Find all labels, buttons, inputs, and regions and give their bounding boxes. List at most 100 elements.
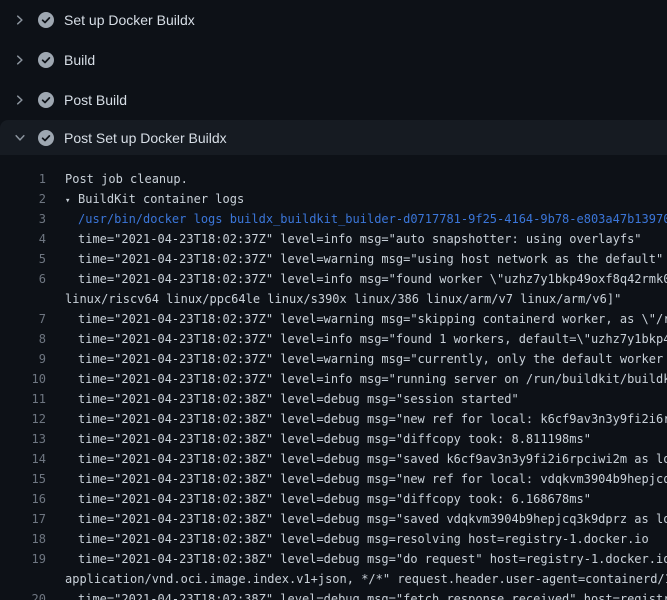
- log-line-text: time="2021-04-23T18:02:37Z" level=info m…: [78, 369, 667, 389]
- log-line-text: time="2021-04-23T18:02:38Z" level=debug …: [78, 529, 649, 549]
- log-line-number[interactable]: 7: [0, 309, 46, 329]
- log-line-text: time="2021-04-23T18:02:38Z" level=debug …: [78, 469, 667, 489]
- step-label: Set up Docker Buildx: [64, 10, 195, 30]
- log-line: application/vnd.oci.image.index.v1+json,…: [0, 569, 667, 589]
- log-line-number[interactable]: 10: [0, 369, 46, 389]
- log-line-number[interactable]: 17: [0, 509, 46, 529]
- log-line-text-content: time="2021-04-23T18:02:38Z" level=debug …: [78, 412, 667, 426]
- check-circle-icon: [38, 92, 54, 108]
- log-line: 2 ▾BuildKit container logs: [0, 189, 667, 209]
- chevron-right-icon: [12, 52, 28, 68]
- log-line: 4 time="2021-04-23T18:02:37Z" level=info…: [0, 229, 667, 249]
- log-line-text: time="2021-04-23T18:02:38Z" level=debug …: [78, 589, 667, 600]
- log-line-number[interactable]: 18: [0, 529, 46, 549]
- log-line-text: time="2021-04-23T18:02:38Z" level=debug …: [78, 489, 591, 509]
- log-line-text-content: /usr/bin/docker logs buildx_buildkit_bui…: [78, 212, 667, 226]
- log-line-text-content: time="2021-04-23T18:02:38Z" level=debug …: [78, 492, 591, 506]
- actions-log-panel: Set up Docker Buildx Build Post Buil: [0, 0, 667, 600]
- log-line-number[interactable]: 8: [0, 329, 46, 349]
- log-line-text: time="2021-04-23T18:02:37Z" level=warnin…: [78, 249, 663, 269]
- log-line-text: time="2021-04-23T18:02:38Z" level=debug …: [78, 549, 667, 569]
- log-line-text: time="2021-04-23T18:02:38Z" level=debug …: [78, 449, 667, 469]
- log-line-text-content: linux/riscv64 linux/ppc64le linux/s390x …: [65, 292, 621, 306]
- log-line-text-content: Post job cleanup.: [65, 172, 188, 186]
- log-line-text: time="2021-04-23T18:02:38Z" level=debug …: [78, 429, 591, 449]
- log-line: 3 /usr/bin/docker logs buildx_buildkit_b…: [0, 209, 667, 229]
- log-line: 9 time="2021-04-23T18:02:37Z" level=warn…: [0, 349, 667, 369]
- step-row-0[interactable]: Set up Docker Buildx: [0, 0, 667, 40]
- log-line: 12 time="2021-04-23T18:02:38Z" level=deb…: [0, 409, 667, 429]
- log-line-number[interactable]: 11: [0, 389, 46, 409]
- log-line-text-content: time="2021-04-23T18:02:37Z" level=warnin…: [78, 352, 667, 366]
- log-line-number[interactable]: 9: [0, 349, 46, 369]
- log-line: 6 time="2021-04-23T18:02:37Z" level=info…: [0, 269, 667, 289]
- log-line-number[interactable]: 2: [0, 189, 46, 209]
- log-line-number[interactable]: 3: [0, 209, 46, 229]
- chevron-right-icon: [12, 92, 28, 108]
- log-line-number[interactable]: 14: [0, 449, 46, 469]
- log-line-number[interactable]: 15: [0, 469, 46, 489]
- log-line-number[interactable]: 13: [0, 429, 46, 449]
- log-line-text: /usr/bin/docker logs buildx_buildkit_bui…: [78, 209, 667, 229]
- log-line-text: time="2021-04-23T18:02:37Z" level=warnin…: [78, 309, 667, 329]
- log-line-text-content: time="2021-04-23T18:02:38Z" level=debug …: [78, 432, 591, 446]
- log-line-text-content: time="2021-04-23T18:02:38Z" level=debug …: [78, 552, 667, 566]
- log-line-number[interactable]: 20: [0, 589, 46, 600]
- step-row-2[interactable]: Post Build: [0, 80, 667, 120]
- log-line: 7 time="2021-04-23T18:02:37Z" level=warn…: [0, 309, 667, 329]
- log-line-text: linux/riscv64 linux/ppc64le linux/s390x …: [65, 289, 621, 309]
- log-line-text: time="2021-04-23T18:02:37Z" level=info m…: [78, 269, 667, 289]
- log-line-number[interactable]: 16: [0, 489, 46, 509]
- log-line-text: application/vnd.oci.image.index.v1+json,…: [65, 569, 667, 589]
- log-line-text-content: time="2021-04-23T18:02:38Z" level=debug …: [78, 392, 519, 406]
- step-row-3[interactable]: Post Set up Docker Buildx: [0, 120, 667, 155]
- log-line-number[interactable]: 1: [0, 169, 46, 189]
- log-line: 20 time="2021-04-23T18:02:38Z" level=deb…: [0, 589, 667, 600]
- log-line: 14 time="2021-04-23T18:02:38Z" level=deb…: [0, 449, 667, 469]
- step-label: Post Set up Docker Buildx: [64, 128, 227, 148]
- log-line: linux/riscv64 linux/ppc64le linux/s390x …: [0, 289, 667, 309]
- log-line: 18 time="2021-04-23T18:02:38Z" level=deb…: [0, 529, 667, 549]
- step-label: Post Build: [64, 90, 127, 110]
- check-circle-icon: [38, 130, 54, 146]
- log-line-text-content: time="2021-04-23T18:02:38Z" level=debug …: [78, 452, 667, 466]
- log-line-text: time="2021-04-23T18:02:37Z" level=warnin…: [78, 349, 667, 369]
- log-line-text-content: time="2021-04-23T18:02:37Z" level=warnin…: [78, 252, 663, 266]
- log-line-number[interactable]: 12: [0, 409, 46, 429]
- log-line-text: time="2021-04-23T18:02:38Z" level=debug …: [78, 389, 519, 409]
- check-circle-icon: [38, 52, 54, 68]
- log-line-text-content: time="2021-04-23T18:02:38Z" level=debug …: [78, 592, 667, 600]
- log-line-text: Post job cleanup.: [65, 169, 188, 189]
- log-line: 13 time="2021-04-23T18:02:38Z" level=deb…: [0, 429, 667, 449]
- steps-list: Set up Docker Buildx Build Post Buil: [0, 0, 667, 155]
- log-line-text-content: time="2021-04-23T18:02:38Z" level=debug …: [78, 532, 649, 546]
- log-line: 15 time="2021-04-23T18:02:38Z" level=deb…: [0, 469, 667, 489]
- log-line-text-content: time="2021-04-23T18:02:37Z" level=info m…: [78, 332, 667, 346]
- log-line-number[interactable]: 6: [0, 269, 46, 289]
- group-collapse-triangle-icon[interactable]: ▾: [65, 191, 78, 211]
- log-line: 1 Post job cleanup.: [0, 169, 667, 189]
- step-label: Build: [64, 50, 95, 70]
- log-line-number[interactable]: 4: [0, 229, 46, 249]
- log-group-toggle[interactable]: ▾BuildKit container logs: [65, 189, 244, 211]
- log-line-number[interactable]: 19: [0, 549, 46, 569]
- log-line: 19 time="2021-04-23T18:02:38Z" level=deb…: [0, 549, 667, 569]
- log-line: 11 time="2021-04-23T18:02:38Z" level=deb…: [0, 389, 667, 409]
- check-circle-icon: [38, 12, 54, 28]
- log-line: 16 time="2021-04-23T18:02:38Z" level=deb…: [0, 489, 667, 509]
- log-line-text-content: time="2021-04-23T18:02:38Z" level=debug …: [78, 512, 667, 526]
- step-row-1[interactable]: Build: [0, 40, 667, 80]
- log-line: 10 time="2021-04-23T18:02:37Z" level=inf…: [0, 369, 667, 389]
- log-line: 17 time="2021-04-23T18:02:38Z" level=deb…: [0, 509, 667, 529]
- log-line: 8 time="2021-04-23T18:02:37Z" level=info…: [0, 329, 667, 349]
- log-line-text-content: time="2021-04-23T18:02:37Z" level=info m…: [78, 372, 667, 386]
- log-line-text-content: time="2021-04-23T18:02:37Z" level=info m…: [78, 232, 642, 246]
- log-line-text-content: BuildKit container logs: [78, 192, 244, 206]
- log-line-number[interactable]: 5: [0, 249, 46, 269]
- log-line-text-content: time="2021-04-23T18:02:37Z" level=warnin…: [78, 312, 667, 326]
- log-line: 5 time="2021-04-23T18:02:37Z" level=warn…: [0, 249, 667, 269]
- log-line-text: time="2021-04-23T18:02:38Z" level=debug …: [78, 509, 667, 529]
- log-line-text-content: time="2021-04-23T18:02:38Z" level=debug …: [78, 472, 667, 486]
- log-line-text: time="2021-04-23T18:02:37Z" level=info m…: [78, 329, 667, 349]
- chevron-down-icon: [12, 130, 28, 146]
